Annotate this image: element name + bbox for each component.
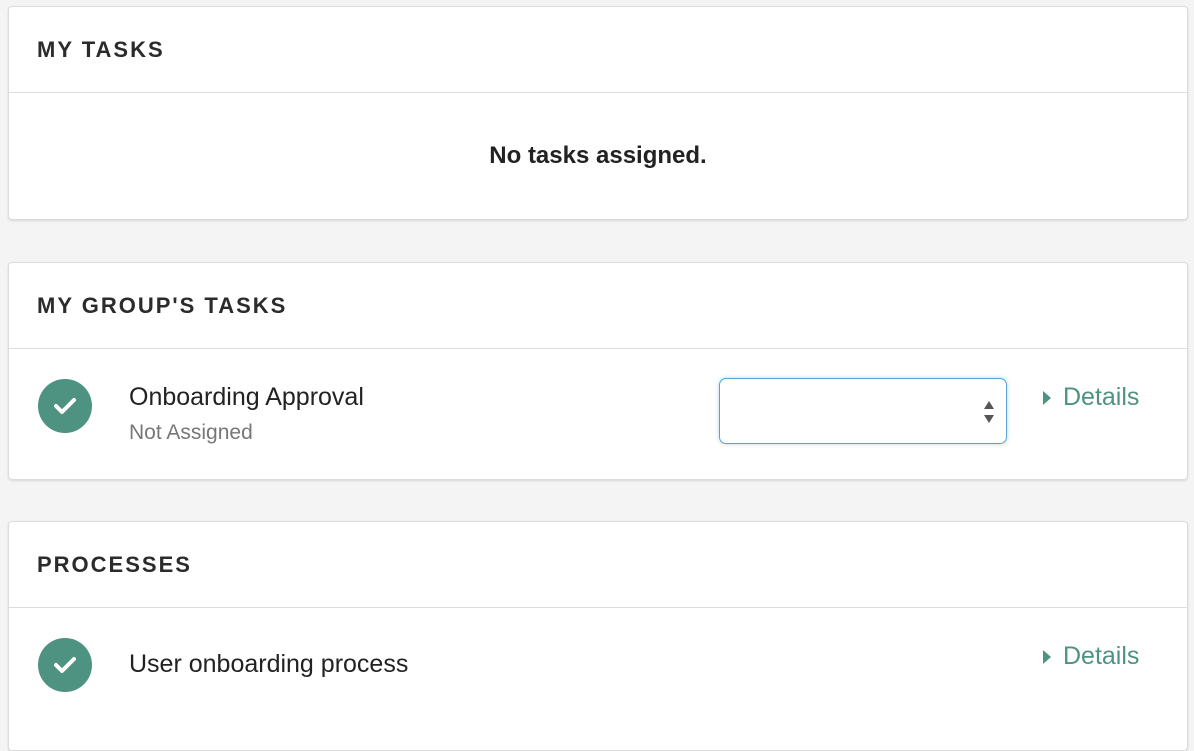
task-name: Onboarding Approval [129,383,364,411]
task-status: Not Assigned [129,421,253,444]
processes-header: PROCESSES [9,522,1187,608]
process-name: User onboarding process [129,650,409,678]
process-details-label: Details [1063,642,1140,670]
check-circle-icon [38,379,92,433]
my-tasks-header: MY TASKS [9,7,1187,93]
my-tasks-title: MY TASKS [37,36,165,62]
task-row: Onboarding Approval Not Assigned Details [9,349,1187,479]
no-tasks-message: No tasks assigned. [489,142,707,169]
caret-right-icon [1043,390,1051,405]
process-details-link[interactable]: Details [1043,642,1139,671]
task-details-link[interactable]: Details [1043,383,1139,412]
up-down-arrows-icon [984,401,994,423]
processes-title: PROCESSES [37,551,192,577]
my-tasks-body: No tasks assigned. [9,93,1187,219]
assignee-select[interactable] [719,378,1007,444]
check-circle-icon [38,638,92,692]
group-tasks-panel: MY GROUP'S TASKS Onboarding Approval Not… [8,262,1188,480]
caret-right-icon [1043,649,1051,664]
my-tasks-panel: MY TASKS No tasks assigned. [8,6,1188,220]
group-tasks-title: MY GROUP'S TASKS [37,292,288,318]
group-tasks-header: MY GROUP'S TASKS [9,263,1187,349]
task-details-label: Details [1063,383,1140,411]
processes-panel: PROCESSES User onboarding process Detail… [8,521,1188,751]
process-row: User onboarding process Details [9,608,1187,738]
